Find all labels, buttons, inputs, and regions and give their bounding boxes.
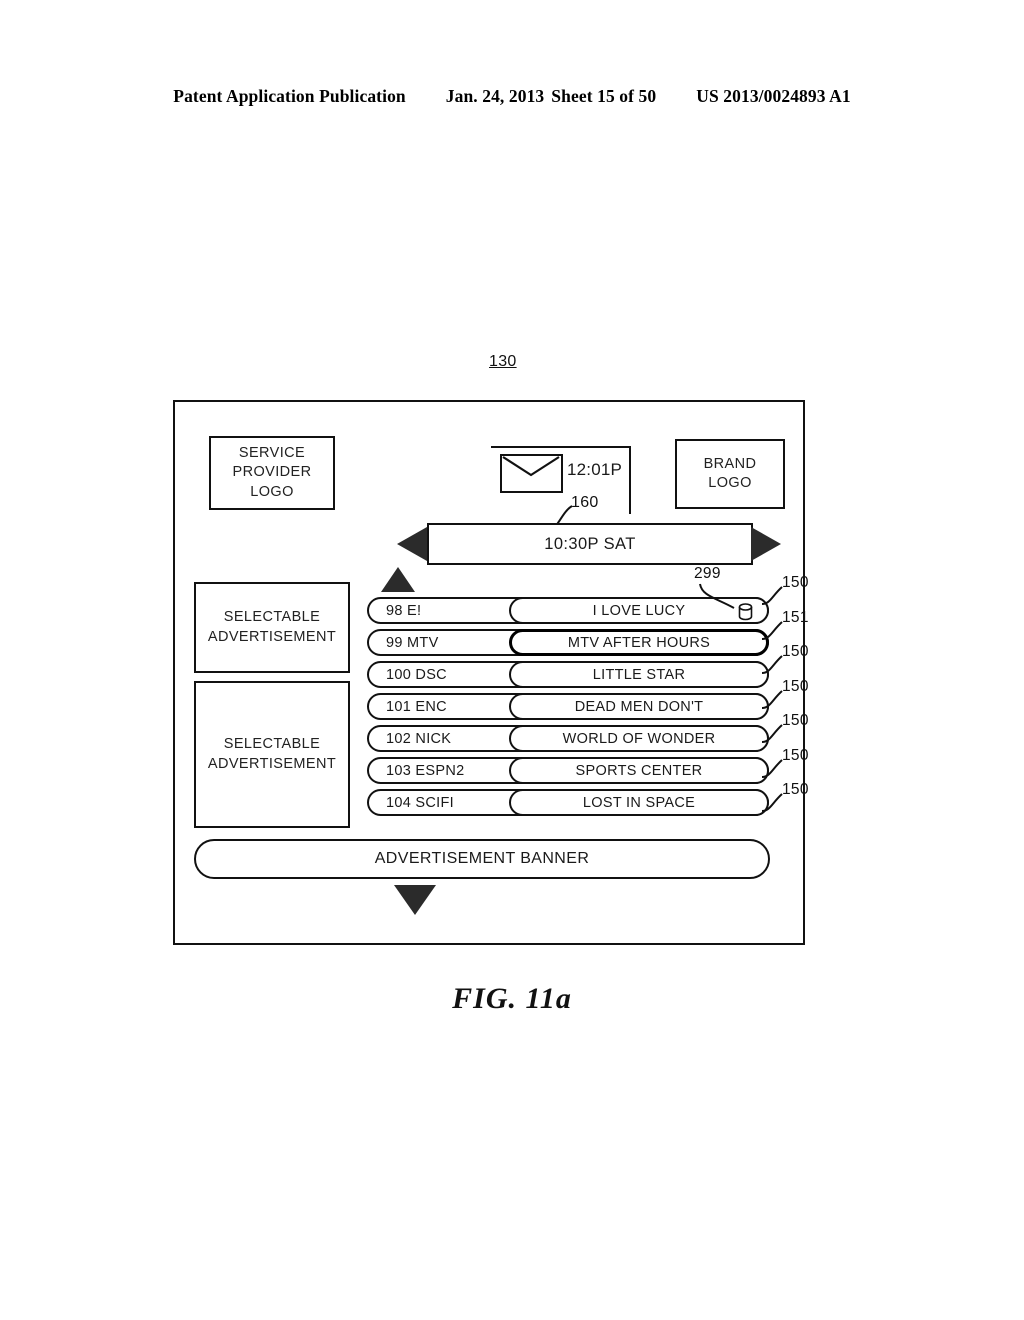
table-row[interactable]: 102 NICK WORLD OF WONDER [367, 725, 769, 752]
channel-label: 102 NICK [386, 730, 452, 747]
publication-date: Jan. 24, 2013 [445, 86, 545, 106]
reference-160: 160 [571, 494, 599, 511]
selectable-advertisement-1-line2: ADVERTISEMENT [207, 628, 337, 645]
selectable-advertisement-2-line2: ADVERTISEMENT [207, 755, 337, 772]
table-row[interactable]: 100 DSC LITTLE STAR [367, 661, 769, 688]
status-clock: 12:01P [567, 460, 623, 479]
service-provider-logo-line1: SERVICE [238, 445, 306, 462]
selectable-advertisement-1-line1: SELECTABLE [223, 609, 321, 626]
triangle-up-icon[interactable] [381, 567, 415, 592]
table-row[interactable]: 103 ESPN2 SPORTS CENTER [367, 757, 769, 784]
advertisement-banner[interactable]: ADVERTISEMENT BANNER [194, 839, 770, 879]
channel-label: 103 ESPN2 [386, 762, 465, 779]
triangle-left-icon[interactable] [397, 527, 427, 561]
figure-reference-130: 130 [489, 353, 517, 370]
channel-row-list: 98 E! I LOVE LUCY 99 MTV MTV AFTER HOURS 100… [367, 597, 769, 821]
brand-logo-line2: LOGO [708, 475, 752, 491]
reference-number: 150 [782, 712, 809, 729]
program-cell[interactable]: WORLD OF WONDER [509, 725, 769, 752]
figure-caption: FIG. 11a [452, 982, 572, 1015]
program-cell[interactable]: SPORTS CENTER [509, 757, 769, 784]
brand-logo: BRAND LOGO [675, 439, 785, 509]
reference-number: 150 [782, 781, 809, 798]
channel-label: 104 SCIFI [386, 794, 454, 811]
sheet-number: Sheet 15 of 50 [551, 86, 657, 106]
table-row[interactable]: 104 SCIFI LOST IN SPACE [367, 789, 769, 816]
program-cell[interactable]: LOST IN SPACE [509, 789, 769, 816]
brand-logo-line1: BRAND [703, 455, 757, 472]
channel-label: 99 MTV [386, 634, 439, 651]
time-slot-display[interactable]: 10:30P SAT [427, 523, 753, 565]
reference-number: 151 [782, 608, 809, 626]
guide-screen-frame: SERVICE PROVIDER LOGO 12:01P 160 BRAND L… [173, 400, 805, 945]
reference-number: 150 [782, 574, 809, 591]
table-row[interactable]: 99 MTV MTV AFTER HOURS [367, 629, 769, 656]
selectable-advertisement-2[interactable]: SELECTABLE ADVERTISEMENT [194, 681, 350, 828]
program-cell[interactable]: LITTLE STAR [509, 661, 769, 688]
channel-label: 100 DSC [386, 666, 447, 683]
service-provider-logo-line3: LOGO [250, 483, 294, 500]
channel-label: 98 E! [386, 602, 422, 619]
service-provider-logo: SERVICE PROVIDER LOGO [209, 436, 335, 510]
leader-line-299 [699, 583, 735, 609]
selectable-advertisement-2-line1: SELECTABLE [223, 736, 321, 753]
patent-number: US 2013/0024893 A1 [696, 86, 851, 106]
publication-label: Patent Application Publication [173, 86, 406, 106]
program-cell-selected[interactable]: MTV AFTER HOURS [509, 629, 769, 656]
selectable-advertisement-1[interactable]: SELECTABLE ADVERTISEMENT [194, 582, 350, 673]
reference-number: 150 [782, 746, 809, 764]
service-provider-logo-line2: PROVIDER [232, 464, 312, 481]
patent-page-header: Patent Application Publication Jan. 24, … [0, 86, 1024, 107]
triangle-right-icon[interactable] [751, 527, 781, 561]
program-cell[interactable]: DEAD MEN DON'T [509, 693, 769, 720]
envelope-icon[interactable] [500, 454, 563, 493]
channel-label: 101 ENC [386, 698, 447, 715]
reference-number: 150 [782, 643, 809, 660]
triangle-down-icon[interactable] [394, 885, 436, 915]
reference-callout-column: 150 151 150 150 150 150 150 [760, 570, 820, 820]
time-navigation-row: 10:30P SAT [397, 523, 781, 565]
reference-number: 150 [782, 677, 809, 695]
reference-299: 299 [694, 565, 721, 582]
table-row[interactable]: 101 ENC DEAD MEN DON'T [367, 693, 769, 720]
